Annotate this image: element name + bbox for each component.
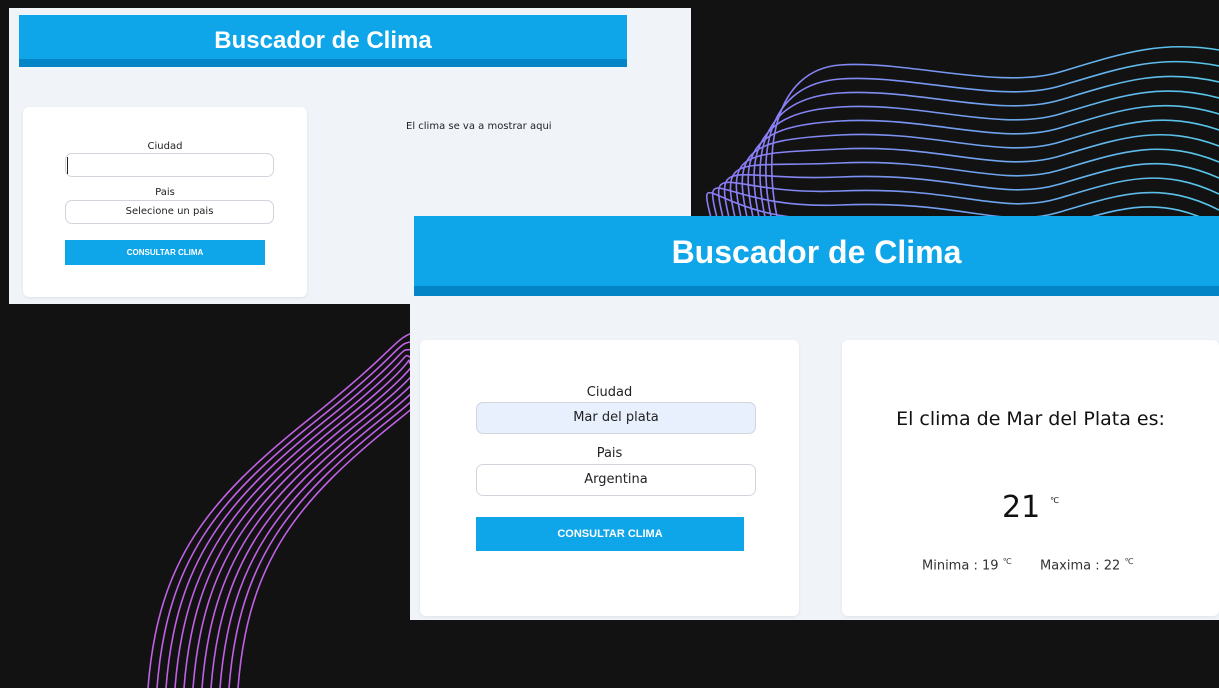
- blue-wave-line: [747, 104, 1219, 231]
- min-temperature-unit: ℃: [1002, 557, 1012, 566]
- country-select[interactable]: Argentina: [476, 464, 756, 496]
- country-label: Pais: [596, 446, 623, 461]
- country-select[interactable]: Selecione un pais: [65, 200, 274, 224]
- country-label: Pais: [155, 187, 175, 198]
- min-temperature: Minima : 19 ℃: [922, 557, 1012, 573]
- result-title: El clima de Mar del Plata es:: [896, 408, 1165, 430]
- app-header-banner: Buscador de Clima: [19, 15, 627, 67]
- city-input[interactable]: [65, 153, 274, 177]
- search-form-card: Ciudad Mar del plata Pais Argentina CONS…: [420, 340, 799, 616]
- text-caret: [67, 157, 68, 174]
- min-temperature-label: Minima : 19: [922, 558, 999, 574]
- weather-result-card: El clima de Mar del Plata es: 21 ℃ Minim…: [842, 340, 1219, 616]
- max-temperature-unit: ℃: [1124, 557, 1134, 566]
- pink-wave-line: [174, 354, 421, 688]
- weather-app-window-result: Buscador de Clima Ciudad Mar del plata P…: [410, 216, 1219, 620]
- max-temperature-label: Maxima : 22: [1040, 558, 1121, 574]
- city-label: Ciudad: [586, 385, 633, 400]
- consult-weather-button[interactable]: CONSULTAR CLIMA: [65, 240, 265, 265]
- current-temperature: 21: [1002, 490, 1041, 525]
- city-label: Ciudad: [147, 141, 183, 152]
- city-input[interactable]: Mar del plata: [476, 402, 756, 434]
- consult-weather-button[interactable]: CONSULTAR CLIMA: [476, 517, 744, 551]
- search-form-card: Ciudad Pais Selecione un pais CONSULTAR …: [23, 107, 307, 297]
- pink-wave-line: [165, 348, 421, 688]
- result-placeholder-text: El clima se va a mostrar aqui: [406, 121, 552, 132]
- pink-wave-line: [156, 339, 421, 688]
- app-header-banner: Buscador de Clima: [414, 216, 1219, 296]
- temperature-unit: ℃: [1050, 496, 1059, 505]
- max-temperature: Maxima : 22 ℃: [1040, 557, 1133, 573]
